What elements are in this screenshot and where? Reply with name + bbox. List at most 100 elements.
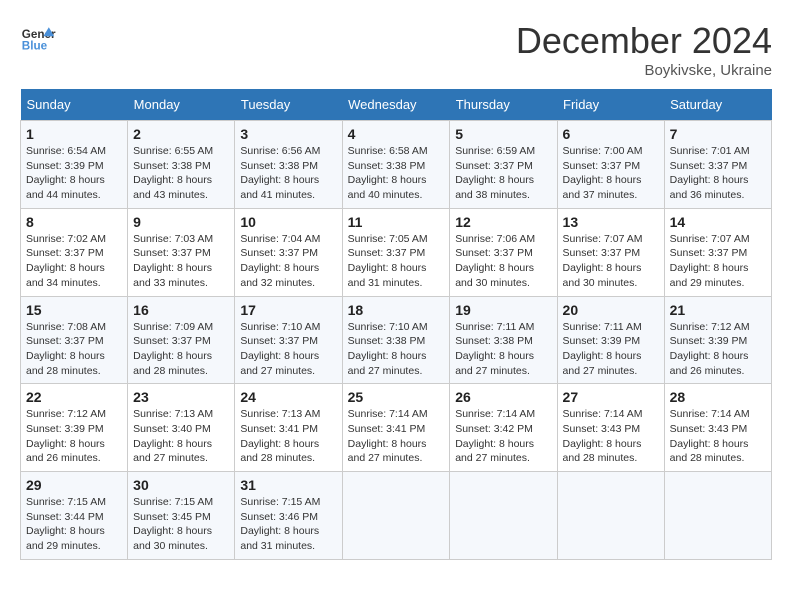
- weekday-header-cell: Monday: [128, 89, 235, 121]
- calendar-day-cell: 2 Sunrise: 6:55 AMSunset: 3:38 PMDaylight…: [128, 121, 235, 209]
- calendar-table: SundayMondayTuesdayWednesdayThursdayFrid…: [20, 89, 772, 560]
- calendar-day-cell: 14Sunrise: 7:07 AMSunset: 3:37 PMDayligh…: [664, 208, 771, 296]
- calendar-day-cell: 10 Sunrise: 7:04 AMSunset: 3:37 PMDayligh…: [235, 208, 342, 296]
- calendar-day-cell: 4 Sunrise: 6:58 AMSunset: 3:38 PMDaylight…: [342, 121, 450, 209]
- calendar-day-cell: 22 Sunrise: 7:12 AMSunset: 3:39 PMDayligh…: [21, 384, 128, 472]
- calendar-day-cell: [664, 472, 771, 560]
- day-number: 10: [240, 214, 336, 230]
- calendar-day-cell: 26 Sunrise: 7:14 AMSunset: 3:42 PMDayligh…: [450, 384, 557, 472]
- calendar-day-cell: 19 Sunrise: 7:11 AMSunset: 3:38 PMDayligh…: [450, 296, 557, 384]
- day-info: Sunrise: 6:58 AMSunset: 3:38 PMDaylight:…: [348, 145, 428, 201]
- calendar-week-row: 15Sunrise: 7:08 AMSunset: 3:37 PMDayligh…: [21, 296, 772, 384]
- calendar-day-cell: [557, 472, 664, 560]
- day-number: 12: [455, 214, 551, 230]
- day-number: 17: [240, 302, 336, 318]
- day-number: 28: [670, 389, 766, 405]
- day-number: 3: [240, 126, 336, 142]
- weekday-header-cell: Friday: [557, 89, 664, 121]
- day-info: Sunrise: 6:56 AMSunset: 3:38 PMDaylight:…: [240, 145, 320, 201]
- weekday-header-cell: Sunday: [21, 89, 128, 121]
- day-number: 16: [133, 302, 229, 318]
- day-number: 7: [670, 126, 766, 142]
- day-number: 27: [563, 389, 659, 405]
- day-info: Sunrise: 6:59 AMSunset: 3:37 PMDaylight:…: [455, 145, 535, 201]
- logo-icon: General Blue: [20, 20, 56, 56]
- calendar-day-cell: [342, 472, 450, 560]
- calendar-body: 1 Sunrise: 6:54 AMSunset: 3:39 PMDaylight…: [21, 121, 772, 560]
- day-number: 19: [455, 302, 551, 318]
- day-info: Sunrise: 7:14 AMSunset: 3:43 PMDaylight:…: [563, 408, 643, 464]
- day-info: Sunrise: 7:14 AMSunset: 3:41 PMDaylight:…: [348, 408, 428, 464]
- calendar-day-cell: 31Sunrise: 7:15 AMSunset: 3:46 PMDayligh…: [235, 472, 342, 560]
- calendar-day-cell: 7 Sunrise: 7:01 AMSunset: 3:37 PMDaylight…: [664, 121, 771, 209]
- day-info: Sunrise: 7:07 AMSunset: 3:37 PMDaylight:…: [670, 233, 750, 289]
- calendar-day-cell: 13 Sunrise: 7:07 AMSunset: 3:37 PMDayligh…: [557, 208, 664, 296]
- day-number: 30: [133, 477, 229, 493]
- calendar-day-cell: 25 Sunrise: 7:14 AMSunset: 3:41 PMDayligh…: [342, 384, 450, 472]
- day-number: 21: [670, 302, 766, 318]
- day-number: 1: [26, 126, 122, 142]
- calendar-day-cell: 21 Sunrise: 7:12 AMSunset: 3:39 PMDayligh…: [664, 296, 771, 384]
- calendar-week-row: 22 Sunrise: 7:12 AMSunset: 3:39 PMDayligh…: [21, 384, 772, 472]
- calendar-day-cell: 12 Sunrise: 7:06 AMSunset: 3:37 PMDayligh…: [450, 208, 557, 296]
- calendar-day-cell: 20 Sunrise: 7:11 AMSunset: 3:39 PMDayligh…: [557, 296, 664, 384]
- day-number: 4: [348, 126, 445, 142]
- calendar-week-row: 8 Sunrise: 7:02 AMSunset: 3:37 PMDaylight…: [21, 208, 772, 296]
- day-info: Sunrise: 7:13 AMSunset: 3:40 PMDaylight:…: [133, 408, 213, 464]
- day-number: 20: [563, 302, 659, 318]
- day-number: 9: [133, 214, 229, 230]
- day-number: 25: [348, 389, 445, 405]
- day-info: Sunrise: 6:55 AMSunset: 3:38 PMDaylight:…: [133, 145, 213, 201]
- day-info: Sunrise: 7:12 AMSunset: 3:39 PMDaylight:…: [670, 321, 750, 377]
- day-number: 13: [563, 214, 659, 230]
- day-info: Sunrise: 7:04 AMSunset: 3:37 PMDaylight:…: [240, 233, 320, 289]
- calendar-day-cell: 17 Sunrise: 7:10 AMSunset: 3:37 PMDayligh…: [235, 296, 342, 384]
- calendar-day-cell: 23Sunrise: 7:13 AMSunset: 3:40 PMDayligh…: [128, 384, 235, 472]
- svg-text:Blue: Blue: [22, 40, 48, 53]
- logo: General Blue: [20, 20, 56, 56]
- calendar-day-cell: 24Sunrise: 7:13 AMSunset: 3:41 PMDayligh…: [235, 384, 342, 472]
- calendar-day-cell: 8 Sunrise: 7:02 AMSunset: 3:37 PMDaylight…: [21, 208, 128, 296]
- weekday-header-cell: Thursday: [450, 89, 557, 121]
- day-number: 31: [240, 477, 336, 493]
- day-info: Sunrise: 7:03 AMSunset: 3:37 PMDaylight:…: [133, 233, 213, 289]
- title-block: December 2024 Boykivske, Ukraine: [516, 20, 772, 79]
- calendar-day-cell: 9 Sunrise: 7:03 AMSunset: 3:37 PMDaylight…: [128, 208, 235, 296]
- weekday-header-cell: Saturday: [664, 89, 771, 121]
- day-number: 22: [26, 389, 122, 405]
- day-info: Sunrise: 7:15 AMSunset: 3:44 PMDaylight:…: [26, 496, 106, 552]
- day-info: Sunrise: 6:54 AMSunset: 3:39 PMDaylight:…: [26, 145, 106, 201]
- day-info: Sunrise: 7:11 AMSunset: 3:38 PMDaylight:…: [455, 321, 534, 377]
- month-title: December 2024: [516, 20, 772, 62]
- day-info: Sunrise: 7:12 AMSunset: 3:39 PMDaylight:…: [26, 408, 106, 464]
- day-info: Sunrise: 7:09 AMSunset: 3:37 PMDaylight:…: [133, 321, 213, 377]
- calendar-day-cell: 15Sunrise: 7:08 AMSunset: 3:37 PMDayligh…: [21, 296, 128, 384]
- day-info: Sunrise: 7:01 AMSunset: 3:37 PMDaylight:…: [670, 145, 750, 201]
- location: Boykivske, Ukraine: [516, 62, 772, 79]
- day-number: 8: [26, 214, 122, 230]
- calendar-day-cell: 16 Sunrise: 7:09 AMSunset: 3:37 PMDayligh…: [128, 296, 235, 384]
- calendar-day-cell: 3 Sunrise: 6:56 AMSunset: 3:38 PMDaylight…: [235, 121, 342, 209]
- weekday-header-cell: Wednesday: [342, 89, 450, 121]
- weekday-header-cell: Tuesday: [235, 89, 342, 121]
- day-info: Sunrise: 7:00 AMSunset: 3:37 PMDaylight:…: [563, 145, 643, 201]
- day-number: 29: [26, 477, 122, 493]
- day-info: Sunrise: 7:10 AMSunset: 3:38 PMDaylight:…: [348, 321, 428, 377]
- calendar-day-cell: 11Sunrise: 7:05 AMSunset: 3:37 PMDayligh…: [342, 208, 450, 296]
- page-header: General Blue December 2024 Boykivske, Uk…: [20, 20, 772, 79]
- calendar-day-cell: 28Sunrise: 7:14 AMSunset: 3:43 PMDayligh…: [664, 384, 771, 472]
- day-info: Sunrise: 7:13 AMSunset: 3:41 PMDaylight:…: [240, 408, 320, 464]
- weekday-header-row: SundayMondayTuesdayWednesdayThursdayFrid…: [21, 89, 772, 121]
- day-info: Sunrise: 7:11 AMSunset: 3:39 PMDaylight:…: [563, 321, 642, 377]
- day-info: Sunrise: 7:06 AMSunset: 3:37 PMDaylight:…: [455, 233, 535, 289]
- day-info: Sunrise: 7:02 AMSunset: 3:37 PMDaylight:…: [26, 233, 106, 289]
- day-number: 26: [455, 389, 551, 405]
- day-info: Sunrise: 7:10 AMSunset: 3:37 PMDaylight:…: [240, 321, 320, 377]
- day-info: Sunrise: 7:07 AMSunset: 3:37 PMDaylight:…: [563, 233, 643, 289]
- calendar-day-cell: [450, 472, 557, 560]
- day-number: 6: [563, 126, 659, 142]
- day-number: 18: [348, 302, 445, 318]
- calendar-day-cell: 30Sunrise: 7:15 AMSunset: 3:45 PMDayligh…: [128, 472, 235, 560]
- day-number: 2: [133, 126, 229, 142]
- day-info: Sunrise: 7:14 AMSunset: 3:42 PMDaylight:…: [455, 408, 535, 464]
